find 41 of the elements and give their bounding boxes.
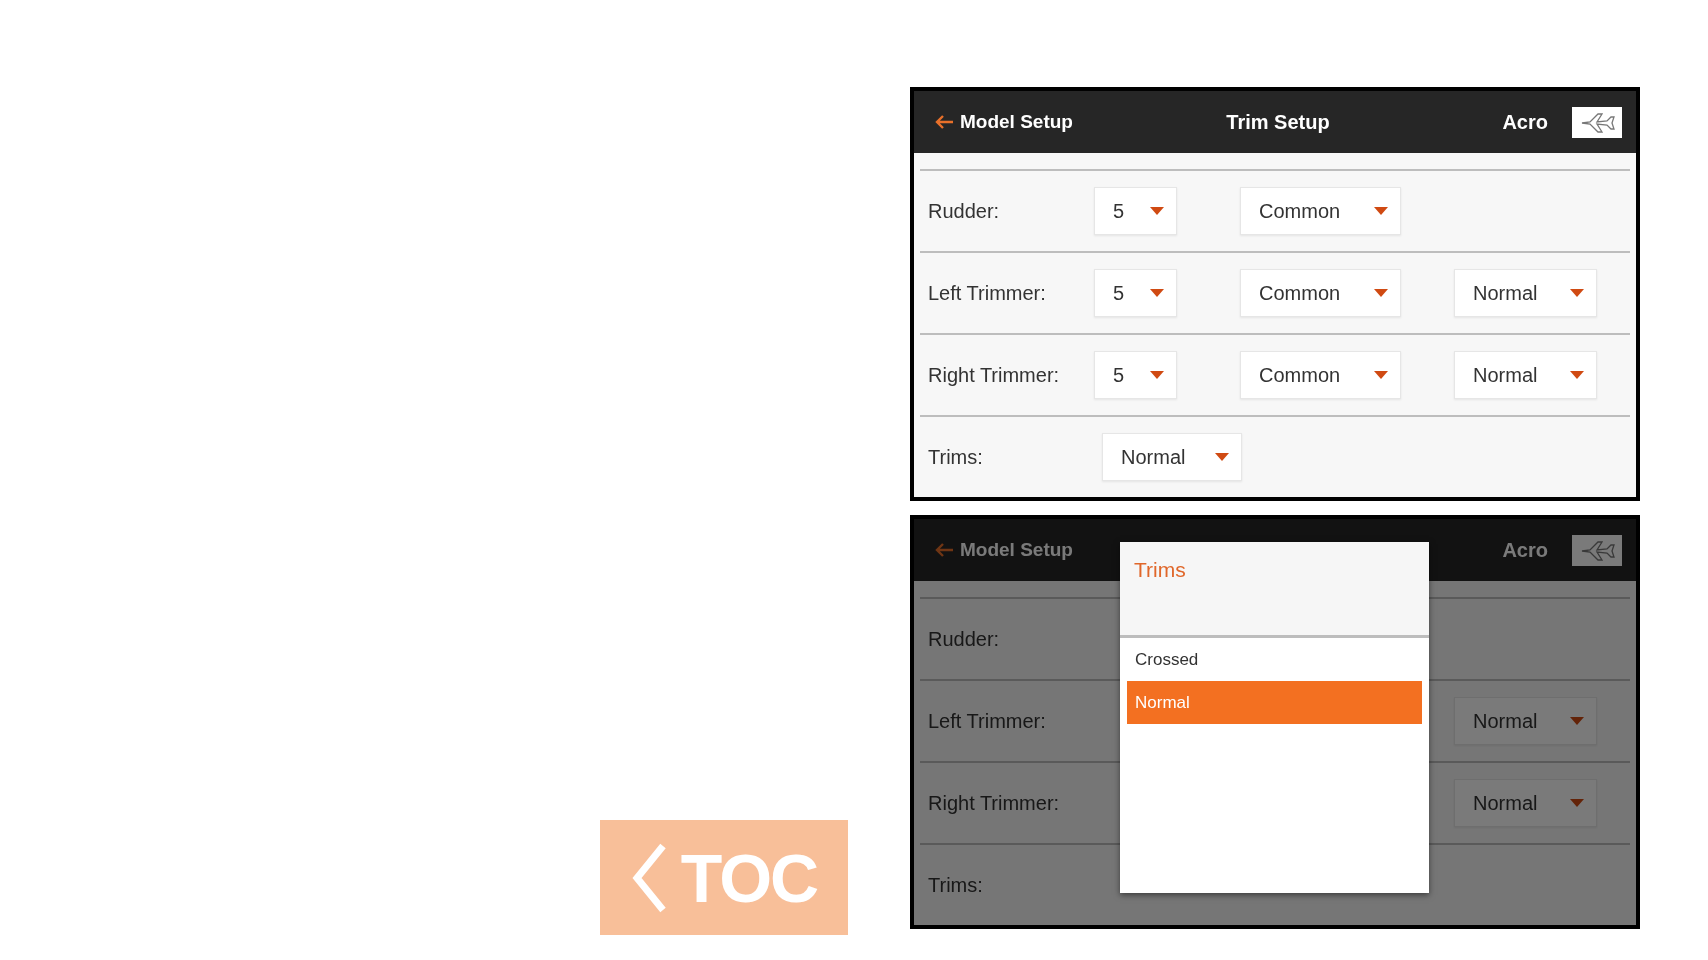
caret-icon [1570,289,1584,297]
caret-icon [1374,371,1388,379]
dropdown[interactable]: Common [1240,269,1401,317]
back-link[interactable]: Model Setup [934,539,1073,561]
dropdown[interactable]: Normal [1454,779,1597,827]
dropdown[interactable]: 5 [1094,187,1177,235]
chevron-left-icon [630,842,667,913]
dropdown[interactable]: 5 [1094,351,1177,399]
row-label: Right Trimmer: [928,791,1061,815]
caret-icon [1570,717,1584,725]
caret-icon [1150,207,1164,215]
caret-icon [1150,371,1164,379]
back-arrow-icon [934,542,954,558]
dialog-option[interactable]: Crossed [1127,638,1422,681]
dropdown[interactable]: Normal [1102,433,1242,481]
model-type: Acro [1502,110,1548,134]
caret-icon [1570,371,1584,379]
back-arrow-icon [934,114,954,130]
plane-icon[interactable] [1572,106,1622,138]
dialog-title: Trims [1134,558,1186,581]
row-label: Right Trimmer: [928,363,1061,387]
caret-icon [1570,799,1584,807]
caret-icon [1374,207,1388,215]
row-label: Rudder: [928,199,1001,223]
dropdown[interactable]: Common [1240,351,1401,399]
dropdown[interactable]: Normal [1454,269,1597,317]
row-label: Trims: [928,873,984,897]
caret-icon [1374,289,1388,297]
caret-icon [1215,453,1229,461]
caret-icon [1150,289,1164,297]
dropdown[interactable]: Normal [1454,351,1597,399]
back-link[interactable]: Model Setup [934,111,1073,133]
dropdown[interactable]: Common [1240,187,1401,235]
row-label: Left Trimmer: [928,281,1047,305]
model-type: Acro [1502,538,1548,562]
dropdown[interactable]: 5 [1094,269,1177,317]
row-label: Trims: [928,445,984,469]
screen-title: Trim Setup [1226,110,1330,134]
dropdown[interactable]: Normal [1454,697,1597,745]
row-label: Left Trimmer: [928,709,1047,733]
row-label: Rudder: [928,627,1001,651]
